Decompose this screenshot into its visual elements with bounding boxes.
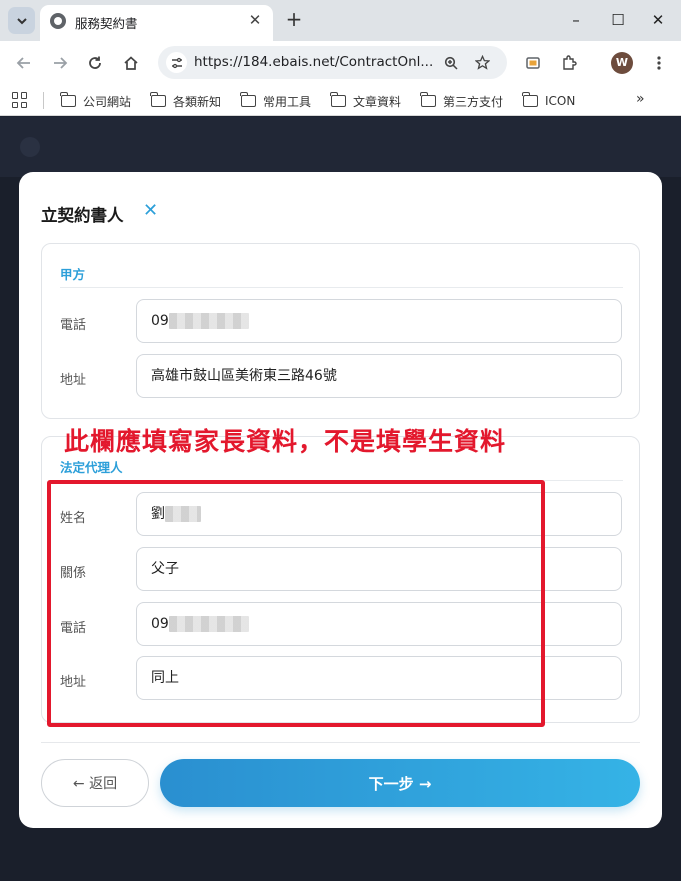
bookmark-label: 常用工具: [263, 94, 312, 109]
next-step-button[interactable]: 下一步 →: [160, 759, 640, 807]
zoom-icon[interactable]: [440, 52, 461, 73]
back-button[interactable]: ← 返回: [41, 759, 149, 807]
bookmarks-overflow-button[interactable]: »: [636, 91, 645, 107]
footer-divider: [41, 742, 640, 743]
page-header-dimmed: [0, 117, 681, 177]
forward-nav-button[interactable]: [46, 49, 74, 77]
url-text[interactable]: https://184.ebais.net/ContractOnl...: [194, 54, 433, 70]
divider: [60, 287, 623, 288]
folder-icon: [330, 92, 346, 107]
bookmark-label: 各類新知: [173, 94, 222, 109]
party-a-phone-input[interactable]: 09: [136, 299, 622, 343]
bookmark-folder[interactable]: 第三方支付: [420, 92, 504, 110]
folder-icon: [420, 92, 436, 107]
home-button[interactable]: [117, 49, 145, 77]
globe-icon: [50, 13, 66, 29]
bookmark-folder[interactable]: 各類新知: [150, 92, 222, 110]
cast-button[interactable]: [519, 49, 547, 77]
tab-close-icon[interactable]: ✕: [245, 10, 265, 30]
close-icon[interactable]: ✕: [143, 200, 158, 222]
reload-icon: [89, 56, 101, 69]
home-icon: [124, 56, 138, 70]
guardian-title: 法定代理人: [60, 460, 123, 475]
bookmark-label: 文章資料: [353, 94, 402, 109]
browser-menu-button[interactable]: [645, 49, 673, 77]
redacted-mask: [168, 313, 249, 329]
bookmark-folder[interactable]: 常用工具: [240, 92, 312, 110]
arrow-right-icon: [54, 57, 68, 69]
site-info-icon[interactable]: [166, 52, 187, 73]
bookmark-folder[interactable]: 文章資料: [330, 92, 402, 110]
bookmarks-separator: [43, 92, 44, 109]
bookmark-label: ICON: [545, 94, 576, 108]
folder-icon: [60, 92, 76, 107]
tab-search-button[interactable]: [8, 7, 35, 34]
browser-toolbar: https://184.ebais.net/ContractOnl... W: [0, 41, 681, 85]
new-tab-button[interactable]: +: [282, 7, 306, 31]
party-a-address-value: 高雄市鼓山區美術東三路46號: [151, 368, 337, 384]
modal-title: 立契約書人: [41, 206, 124, 225]
bookmark-folder[interactable]: 公司網站: [60, 92, 132, 110]
folder-icon: [240, 92, 256, 107]
cast-icon: [526, 57, 540, 69]
chevron-down-icon: [16, 17, 27, 24]
maximize-button[interactable]: ☐: [598, 0, 638, 40]
arrow-left-icon: [16, 57, 30, 69]
address-bar[interactable]: https://184.ebais.net/ContractOnl...: [158, 46, 507, 79]
annotation-highlight-box: [47, 480, 545, 727]
bookmark-folder[interactable]: ICON: [522, 92, 576, 110]
party-a-phone-value: 09: [151, 313, 169, 329]
profile-avatar[interactable]: W: [611, 52, 633, 74]
party-a-title: 甲方: [60, 267, 86, 282]
party-a-address-input[interactable]: 高雄市鼓山區美術東三路46號: [136, 354, 622, 398]
tab-title: 服務契約書: [75, 16, 138, 31]
folder-icon: [522, 92, 538, 107]
more-vertical-icon: [657, 56, 661, 70]
puzzle-icon: [563, 55, 577, 70]
annotation-note: 此欄應填寫家長資料，不是填學生資料: [64, 427, 507, 456]
extensions-button[interactable]: [555, 49, 583, 77]
browser-tab[interactable]: 服務契約書 ✕: [40, 5, 273, 41]
reload-button[interactable]: [81, 49, 109, 77]
bookmark-label: 第三方支付: [443, 94, 504, 109]
back-nav-button[interactable]: [10, 49, 38, 77]
tab-strip: 服務契約書 ✕ + – ☐ ✕: [0, 0, 681, 41]
party-a-address-label: 地址: [60, 373, 87, 388]
bookmark-star-icon[interactable]: [472, 52, 493, 73]
minimize-button[interactable]: –: [556, 0, 596, 40]
apps-grid-icon[interactable]: [12, 92, 28, 108]
folder-icon: [150, 92, 166, 107]
bookmark-label: 公司網站: [83, 94, 132, 109]
bookmarks-bar: 公司網站 各類新知 常用工具 文章資料 第三方支付 ICON »: [0, 85, 681, 116]
party-a-phone-label: 電話: [60, 318, 87, 333]
close-window-button[interactable]: ✕: [638, 0, 678, 40]
party-a-card: 甲方 電話 09 地址 高雄市鼓山區美術東三路46號: [41, 243, 640, 419]
